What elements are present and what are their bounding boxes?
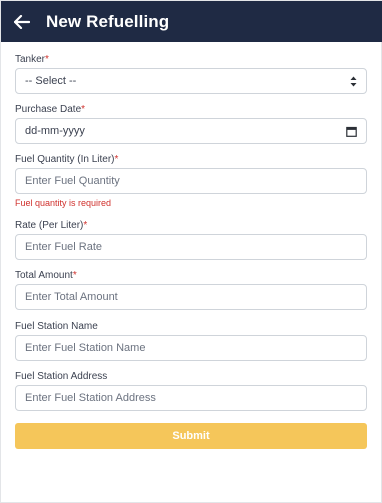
required-mark: * <box>83 220 88 231</box>
station-name-placeholder: Enter Fuel Station Name <box>25 342 146 354</box>
back-button[interactable] <box>11 11 33 33</box>
fuel-quantity-group: Fuel Quantity (In Liter)* Enter Fuel Qua… <box>15 154 367 209</box>
purchase-date-placeholder: dd-mm-yyyy <box>25 125 85 137</box>
purchase-date-label: Purchase Date* <box>15 104 86 115</box>
total-amount-placeholder: Enter Total Amount <box>25 291 118 303</box>
page-title: New Refuelling <box>46 11 170 31</box>
station-address-group: Fuel Station Address Enter Fuel Station … <box>15 371 367 411</box>
fuel-rate-placeholder: Enter Fuel Rate <box>25 241 103 253</box>
station-address-placeholder: Enter Fuel Station Address <box>25 392 156 404</box>
total-amount-input[interactable]: Enter Total Amount <box>15 284 367 310</box>
total-amount-label: Total Amount* <box>15 270 77 281</box>
rate-label: Rate (Per Liter)* <box>15 220 88 231</box>
station-name-label: Fuel Station Name <box>15 321 98 332</box>
app-frame: New Refuelling Tanker* -- Select -- Purc… <box>0 0 382 503</box>
submit-button[interactable]: Submit <box>15 423 367 449</box>
required-mark: * <box>81 104 86 115</box>
arrow-left-icon <box>14 14 30 29</box>
fuel-quantity-error: Fuel quantity is required <box>15 198 112 208</box>
calendar-icon[interactable] <box>346 126 357 137</box>
app-header: New Refuelling <box>1 1 382 42</box>
fuel-quantity-placeholder: Enter Fuel Quantity <box>25 175 120 187</box>
station-address-label: Fuel Station Address <box>15 371 108 382</box>
purchase-date-input[interactable]: dd-mm-yyyy <box>15 118 367 144</box>
station-name-input[interactable]: Enter Fuel Station Name <box>15 335 367 361</box>
fuel-quantity-label: Fuel Quantity (In Liter)* <box>15 154 119 165</box>
tanker-select[interactable]: -- Select -- <box>15 68 367 94</box>
station-name-group: Fuel Station Name Enter Fuel Station Nam… <box>15 321 367 361</box>
tanker-label: Tanker* <box>15 54 49 65</box>
fuel-rate-input[interactable]: Enter Fuel Rate <box>15 234 367 260</box>
tanker-group: Tanker* -- Select -- <box>15 54 367 94</box>
fuel-quantity-input[interactable]: Enter Fuel Quantity <box>15 168 367 194</box>
required-mark: * <box>45 54 49 65</box>
purchase-date-group: Purchase Date* dd-mm-yyyy <box>15 104 367 144</box>
required-mark: * <box>114 154 119 165</box>
tanker-select-value: -- Select -- <box>25 75 77 87</box>
station-address-input[interactable]: Enter Fuel Station Address <box>15 385 367 411</box>
rate-group: Rate (Per Liter)* Enter Fuel Rate <box>15 220 367 260</box>
total-amount-group: Total Amount* Enter Total Amount <box>15 270 367 310</box>
required-mark: * <box>72 270 77 281</box>
sort-icon <box>350 76 357 86</box>
